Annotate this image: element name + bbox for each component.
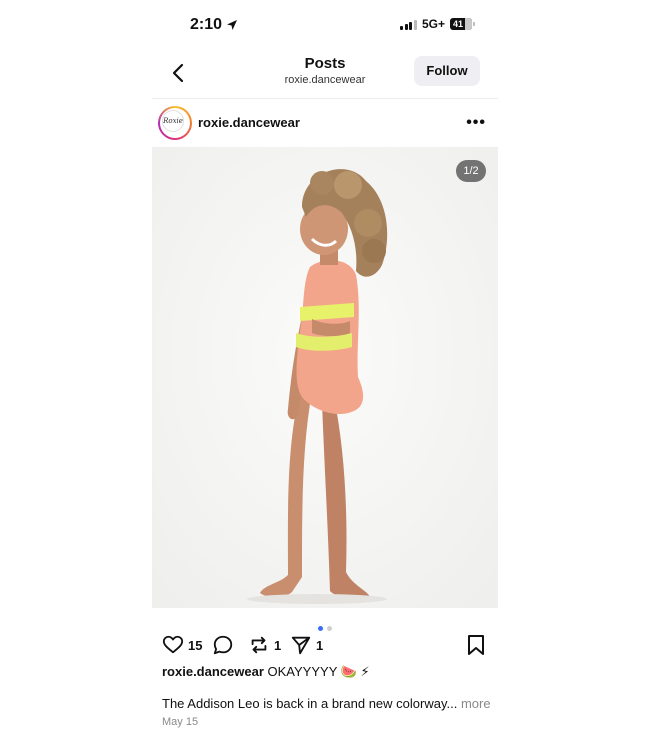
post-actions: 15 1 1	[152, 632, 498, 658]
repost-icon[interactable]	[248, 634, 270, 656]
share-action[interactable]: 1	[290, 634, 323, 656]
carousel-indicator	[152, 618, 498, 631]
post-screen: 2:10 5G+ 41 Posts roxie.dancewear Follow…	[152, 0, 498, 750]
repost-count: 1	[274, 637, 282, 653]
carousel-dot-active	[318, 626, 323, 631]
share-count: 1	[316, 637, 324, 653]
like-action[interactable]: 15	[162, 634, 202, 656]
more-link[interactable]: more	[461, 696, 491, 711]
header: Posts roxie.dancewear Follow	[152, 50, 498, 99]
follow-button[interactable]: Follow	[414, 56, 480, 86]
comment-icon[interactable]	[212, 634, 234, 656]
like-count: 15	[188, 637, 203, 653]
carousel-dot	[327, 626, 332, 631]
post-header: Roxie roxie.dancewear •••	[152, 104, 498, 144]
post-caption: roxie.dancewear OKAYYYYY 🍉 ⚡	[162, 664, 488, 680]
signal-icon	[400, 19, 417, 30]
description-text: The Addison Leo is back in a brand new c…	[162, 696, 458, 711]
image-counter: 1/2	[456, 160, 486, 182]
post-date: May 15	[162, 716, 199, 728]
caption-text: OKAYYYYY 🍉 ⚡	[267, 664, 370, 679]
location-arrow-icon	[227, 20, 238, 30]
battery-icon: 41	[450, 18, 475, 30]
avatar-logo: Roxie	[162, 110, 184, 132]
clock: 2:10	[190, 16, 238, 34]
dancer-figure-image	[152, 147, 498, 608]
post-description: The Addison Leo is back in a brand new c…	[162, 696, 491, 711]
heart-icon[interactable]	[162, 634, 184, 656]
more-options-icon[interactable]: •••	[466, 114, 486, 132]
repost-action[interactable]: 1	[248, 634, 281, 656]
post-image[interactable]: 1/2	[152, 147, 498, 608]
comment-action[interactable]	[212, 634, 234, 656]
status-bar: 2:10 5G+ 41	[152, 14, 498, 38]
battery-level: 41	[453, 19, 464, 29]
caption-username[interactable]: roxie.dancewear	[162, 664, 264, 679]
avatar[interactable]: Roxie	[158, 106, 192, 140]
bookmark-icon[interactable]	[466, 634, 486, 656]
network-label: 5G+	[421, 17, 445, 31]
post-username[interactable]: roxie.dancewear	[198, 115, 300, 130]
send-icon[interactable]	[290, 634, 312, 656]
time-text: 2:10	[190, 16, 223, 33]
status-indicators: 5G+ 41	[400, 17, 475, 31]
